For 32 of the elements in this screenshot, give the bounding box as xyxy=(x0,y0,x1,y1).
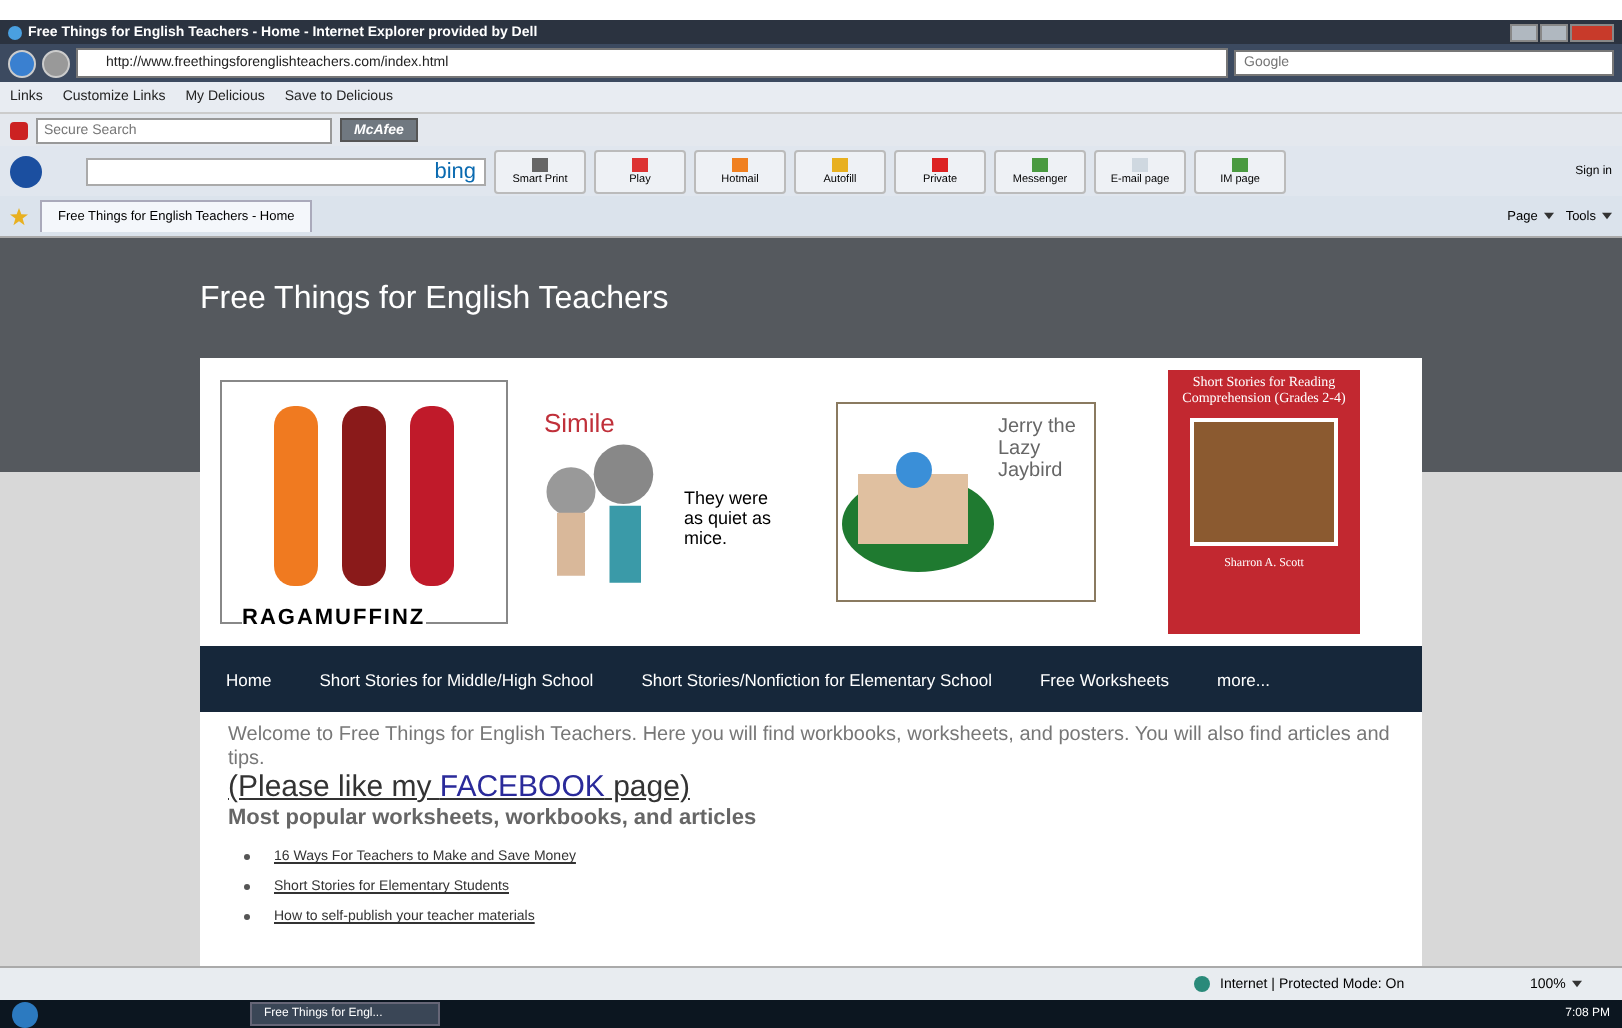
facebook-text: (Please like my FACEBOOK page) xyxy=(228,770,692,804)
bullet-icon xyxy=(244,853,250,860)
welcome-text: Welcome to Free Things for English Teachers. Here you will find workbooks, worksheets, and posters. You will also find articles and tips. xyxy=(228,724,1392,770)
shield-icon xyxy=(10,121,28,139)
caret-icon xyxy=(1543,211,1554,219)
maximize-button[interactable] xyxy=(1540,23,1568,41)
search-field[interactable]: bing xyxy=(86,157,486,185)
banner-heading: Simile xyxy=(542,407,617,437)
nav-link[interactable]: Free Worksheets xyxy=(1039,669,1170,689)
nav-link[interactable]: Short Stories/Nonfiction for Elementary School xyxy=(641,669,992,689)
site-title: Free Things for English Teachers xyxy=(200,282,669,318)
forward-button[interactable] xyxy=(42,49,70,77)
start-button[interactable] xyxy=(12,1001,38,1027)
browser-icon xyxy=(8,25,22,39)
banner-caption: RAGAMUFFINZ xyxy=(242,606,426,630)
nav-link[interactable]: Short Stories for Middle/High School xyxy=(319,669,594,689)
bullet-icon xyxy=(244,913,250,920)
facebook-link[interactable]: FACEBOOK xyxy=(439,770,605,804)
banner-caption: Jerry the Lazy Jaybird xyxy=(998,414,1078,486)
nav-link[interactable]: more... xyxy=(1217,669,1270,689)
banner-caption: They were as quiet as mice. xyxy=(684,487,774,547)
caret-icon xyxy=(1602,211,1612,219)
star-icon[interactable] xyxy=(10,207,28,225)
bullet-icon xyxy=(244,883,250,890)
globe-icon xyxy=(1194,976,1210,992)
section-heading: Most popular worksheets, workbooks, and articles xyxy=(228,806,759,830)
close-button[interactable] xyxy=(1570,23,1614,41)
logo-icon xyxy=(10,155,42,187)
back-button[interactable] xyxy=(8,49,36,77)
nav-link[interactable]: Home xyxy=(226,669,272,689)
caret-icon xyxy=(1571,979,1582,987)
minimize-button[interactable] xyxy=(1510,23,1538,41)
